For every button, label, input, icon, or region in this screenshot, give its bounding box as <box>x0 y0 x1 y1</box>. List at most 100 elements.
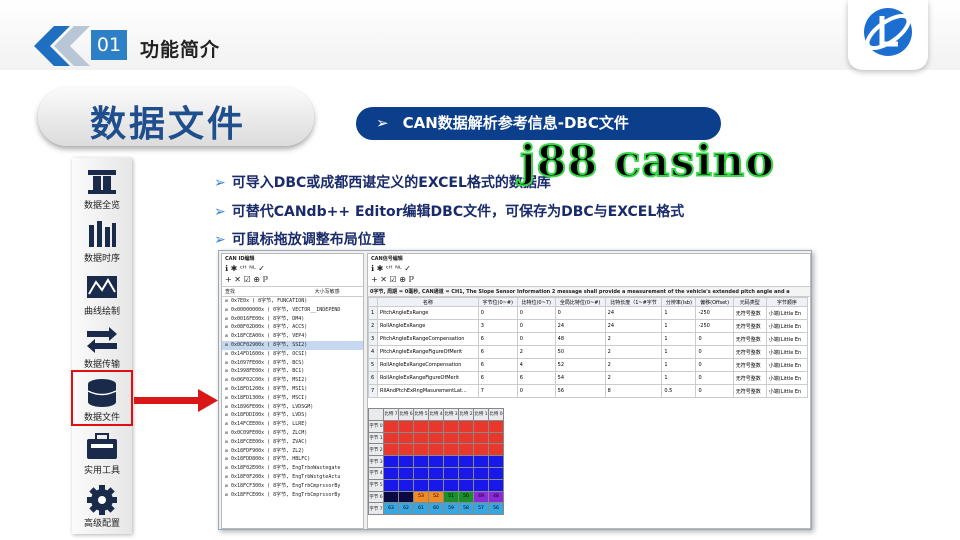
column-header[interactable]: 偏移(Offset) <box>695 297 734 307</box>
table-cell[interactable]: 2 <box>516 345 556 359</box>
table-cell[interactable]: RollAngleExRange <box>377 319 479 333</box>
table-cell[interactable]: 0 <box>695 371 734 385</box>
left-toolbar[interactable]: ℹ ✱ ᶜᴴ ᴺᴸ ✓ + ✕ ☑ ⊕ ℙ <box>222 263 363 287</box>
table-cell[interactable]: 小端(Little En <box>765 306 809 320</box>
table-cell[interactable]: 2 <box>604 345 663 359</box>
right-toolbar[interactable]: ℹ ✱ ᶜᴴ ᴺᴸ ✓ + ✕ ☑ ⊕ ℙ <box>368 263 810 287</box>
table-cell[interactable]: 小端(Little En <box>765 371 809 385</box>
column-header[interactable]: 名称 <box>377 297 479 307</box>
tree-item[interactable]: ✉ 0x7E0x ( 8字节, FUNCATION) <box>222 297 363 306</box>
table-cell[interactable]: 1 <box>661 319 697 333</box>
table-cell[interactable]: 6 <box>477 371 518 385</box>
table-cell[interactable]: 56 <box>554 384 606 398</box>
tree-item[interactable]: ✉ 0x1896FE00x ( 8字节, LVDSGM) <box>222 403 363 412</box>
table-row[interactable]: 6 RollAngleExRangeFigureOfMerit 6 6 54 2 1 0 无符号… <box>368 371 809 385</box>
tree-item[interactable]: ✉ 0x18FDF900x ( 8字节, ZL2) <box>222 447 363 456</box>
table-cell[interactable]: 3 <box>477 319 518 333</box>
table-cell[interactable]: 48 <box>554 332 606 346</box>
table-cell[interactable]: 1 <box>661 358 697 372</box>
message-tree[interactable]: ✉ 0x7E0x ( 8字节, FUNCATION) ✉ 0x00000000x … <box>222 297 363 499</box>
table-cell[interactable]: 0 <box>695 384 734 398</box>
table-cell[interactable]: 0 <box>516 319 556 333</box>
sidebar-item-overview[interactable]: 数据全览 <box>72 160 132 220</box>
tree-item[interactable]: ✉ 0x18FDDI00x ( 8字节, LVDS) <box>222 411 363 420</box>
tree-item[interactable]: ✉ 0x18F02E00x ( 8字节, EngTrboWastegate <box>222 464 363 473</box>
tree-item[interactable]: ✉ 0x18FCF300x ( 8字节, EngTrbCmprssorBy <box>222 482 363 491</box>
sidebar-item-curve[interactable]: 曲线绘制 <box>72 266 132 326</box>
table-cell[interactable]: RollAngleExRangeFigureOfMerit <box>377 371 479 385</box>
column-header[interactable]: 全局比特位(0~#) <box>554 297 606 307</box>
sidebar-item-tools[interactable]: 实用工具 <box>72 425 132 485</box>
column-header[interactable]: 字节位(0~#) <box>477 297 518 307</box>
table-cell[interactable]: 0 <box>554 306 606 320</box>
tree-item[interactable]: ✉ 0x0C09FE00x ( 8字节, ZLCM) <box>222 429 363 438</box>
table-cell[interactable]: 24 <box>604 319 663 333</box>
table-cell[interactable]: 无符号整数 <box>732 384 767 398</box>
table-cell[interactable]: RllAndPtchExRngMasurementLat... <box>377 384 479 398</box>
table-cell[interactable]: 54 <box>554 371 606 385</box>
column-header[interactable]: 分辨率(lsb) <box>661 297 697 307</box>
table-cell[interactable]: 无符号整数 <box>732 306 767 320</box>
table-row[interactable]: 4 PitchAngleExRangeFigureOfMerit 6 2 50 2 1 0 无符… <box>368 345 809 359</box>
tree-item[interactable]: ✉ 0x08F02D00x ( 8字节, ACC5) <box>222 323 363 332</box>
column-header[interactable] <box>368 297 378 307</box>
table-cell[interactable]: 6 <box>516 371 556 385</box>
table-cell[interactable]: 7 <box>368 384 378 398</box>
search-row[interactable]: 查找 大小写敏感 <box>222 287 363 297</box>
table-row[interactable]: 2 RollAngleExRange 3 0 24 24 1 -250 无符号整数 小端(Litt… <box>368 319 809 333</box>
table-cell[interactable]: 6 <box>477 332 518 346</box>
table-cell[interactable]: 2 <box>604 332 663 346</box>
table-cell[interactable]: 无符号整数 <box>732 345 767 359</box>
table-cell[interactable]: 无符号整数 <box>732 371 767 385</box>
table-cell[interactable]: 0 <box>516 332 556 346</box>
table-cell[interactable]: 3 <box>368 332 378 346</box>
table-cell[interactable]: 2 <box>368 319 378 333</box>
tree-item[interactable]: ✉ 0x0016FE00x ( 8字节, DM4) <box>222 315 363 324</box>
table-cell[interactable]: 6 <box>477 358 518 372</box>
tree-item[interactable]: ✉ 0x18FFCE00x ( 8字节, EngTrbCmprssorBy <box>222 491 363 500</box>
table-cell[interactable]: 1 <box>368 306 378 320</box>
tree-item[interactable]: ✉ 0x18FCEE00x ( 8字节, ZVAC) <box>222 438 363 447</box>
table-cell[interactable]: 0 <box>516 306 556 320</box>
table-cell[interactable]: 4 <box>368 345 378 359</box>
tree-item[interactable]: ✉ 0x0CF02900x ( 8字节, SSI2) <box>222 340 363 350</box>
search-option[interactable]: 大小写敏感 <box>315 289 340 295</box>
sidebar-item-timing[interactable]: 数据时序 <box>72 213 132 273</box>
column-header[interactable]: 比特长度（1~#字节 <box>604 297 663 307</box>
table-row[interactable]: 3 PitchAngleExRangeCompensation 6 0 48 2 1 0 无符号… <box>368 332 809 346</box>
tree-item[interactable]: ✉ 0x1998FE00x ( 8字节, BC1) <box>222 367 363 376</box>
table-cell[interactable]: 无符号整数 <box>732 358 767 372</box>
table-row[interactable]: 7 RllAndPtchExRngMasurementLat... 7 0 56 8 0.5… <box>368 384 809 398</box>
tree-item[interactable]: ✉ 0x14FCEE00x ( 8字节, LLRE) <box>222 420 363 429</box>
column-header[interactable]: 比特位(0~7) <box>516 297 556 307</box>
table-cell[interactable]: 2 <box>604 371 663 385</box>
table-cell[interactable]: 小端(Little En <box>765 358 809 372</box>
table-cell[interactable]: 0 <box>695 345 734 359</box>
table-cell[interactable]: 4 <box>516 358 556 372</box>
table-cell[interactable]: 0.5 <box>661 384 697 398</box>
tree-item[interactable]: ✉ 0x18FD1200x ( 8字节, MSI1) <box>222 385 363 394</box>
table-cell[interactable]: 无符号整数 <box>732 332 767 346</box>
table-cell[interactable]: PitchAngleExRangeCompensation <box>377 332 479 346</box>
column-header[interactable]: 字节顺序 <box>765 297 809 307</box>
table-cell[interactable]: 0 <box>695 332 734 346</box>
table-cell[interactable]: 5 <box>368 358 378 372</box>
table-cell[interactable]: 1 <box>661 371 697 385</box>
tree-item[interactable]: ✉ 0x18FCEA00x ( 8字节, VEP4) <box>222 332 363 341</box>
table-cell[interactable]: 1 <box>661 332 697 346</box>
table-cell[interactable]: PitchAngleExRange <box>377 306 479 320</box>
table-cell[interactable]: 24 <box>604 306 663 320</box>
tree-item[interactable]: ✉ 0x18FD1300x ( 8字节, MSCI) <box>222 394 363 403</box>
tree-item[interactable]: ✉ 0x06F02C00x ( 8字节, MSI2) <box>222 376 363 385</box>
signal-table[interactable]: 名称 字节位(0~#) 比特位(0~7) 全局比特位(0~#) 比特长度（1~#字节 分辨… <box>368 297 809 398</box>
table-cell[interactable]: 小端(Little En <box>765 345 809 359</box>
table-cell[interactable]: 6 <box>477 345 518 359</box>
table-cell[interactable]: RollAngleExRangeCompensation <box>377 358 479 372</box>
table-cell[interactable]: 7 <box>477 384 518 398</box>
table-cell[interactable]: 0 <box>695 358 734 372</box>
table-row[interactable]: 5 RollAngleExRangeCompensation 6 4 52 2 1 0 无符号整… <box>368 358 809 372</box>
table-cell[interactable]: 24 <box>554 319 606 333</box>
tree-item[interactable]: ✉ 0x14FD1600x ( 8字节, OCSI) <box>222 350 363 359</box>
table-cell[interactable]: 小端(Little En <box>765 384 809 398</box>
table-cell[interactable]: 1 <box>661 306 697 320</box>
